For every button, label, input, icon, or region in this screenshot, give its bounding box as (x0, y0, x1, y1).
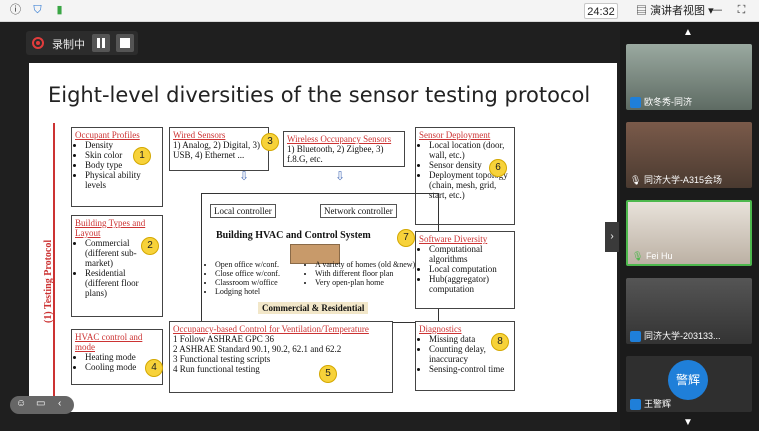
chat-icon[interactable]: ▭ (36, 398, 45, 409)
box-header: Building Types and Layout (75, 218, 146, 238)
box-header: Wireless Occupancy Sensors (287, 134, 392, 144)
speaker-view-button[interactable]: ▤ 演讲者视图 ▾ (636, 3, 714, 19)
list-item: Residential (different floor plans) (85, 268, 159, 298)
system-title: Building HVAC and Control System (216, 230, 371, 241)
commercial-residential-label: Commercial & Residential (258, 302, 369, 314)
participant-tile[interactable]: 同济大学-203133... (626, 278, 752, 344)
slide-title: Eight-level diversities of the sensor te… (48, 83, 591, 107)
number-badge: 6 (489, 159, 507, 177)
occupancy-control-box: Occupancy-based Control for Ventilation/… (169, 321, 393, 393)
network-controller-box: Network controller (320, 204, 397, 218)
list-item: Sensing-control time (429, 364, 511, 374)
occupant-profiles-box: Occupant Profiles Density Skin color Bod… (71, 127, 163, 207)
list-item: Hub(aggregator) computation (429, 274, 511, 294)
list-item: 3 Functional testing scripts (173, 354, 271, 364)
recording-label: 录制中 (52, 39, 85, 51)
avatar: 警辉 (668, 360, 708, 400)
protocol-bracket (53, 123, 67, 408)
list-item: Local computation (429, 264, 511, 274)
expand-panel-button[interactable]: › (605, 222, 619, 252)
info-icon[interactable]: ⓘ (8, 3, 23, 18)
meeting-timer: 24:32 (584, 3, 618, 19)
presentation-slide: Eight-level diversities of the sensor te… (29, 63, 617, 412)
participant-name: 🎙︎ Fei Hu (632, 251, 673, 261)
number-badge: 2 (141, 237, 159, 255)
recording-bar: 录制中 (26, 31, 138, 55)
microphone-icon: 🎙︎ (630, 175, 644, 185)
list-item: 2 ASHRAE Standard 90.1, 90.2, 62.1 and 6… (173, 344, 342, 354)
signal-icon[interactable]: ▮ (52, 3, 67, 18)
list-item: Lodging hotel (215, 287, 280, 296)
user-icon (630, 97, 641, 108)
participant-tile-active[interactable]: 🎙︎ Fei Hu (626, 200, 752, 266)
box-header: Software Diversity (419, 234, 488, 244)
arrow-down-icon: ⇩ (335, 169, 346, 183)
participant-name: 王警辉 (630, 397, 671, 410)
box-text: 1) Bluetooth, 2) Zigbee, 3) f.8.G, etc. (287, 144, 384, 164)
scroll-up-icon[interactable]: ▲ (681, 28, 695, 38)
wireless-sensors-box: Wireless Occupancy Sensors 1) Bluetooth,… (283, 131, 405, 167)
number-badge: 3 (261, 133, 279, 151)
protocol-diagram: (1) Testing Protocol Occupant Profiles D… (43, 123, 541, 408)
list-item: Close office w/conf. (215, 269, 280, 278)
list-item: Classroom w/office (215, 278, 280, 287)
list-item: Very open-plan home (315, 278, 415, 287)
number-badge: 5 (319, 365, 337, 383)
smile-icon[interactable]: ☺ (16, 398, 26, 409)
list-item: 1 Follow ASHRAE GPC 36 (173, 334, 275, 344)
list-item: Computational algorithms (429, 244, 511, 264)
wired-sensors-box: Wired Sensors 1) Analog, 2) Digital, 3) … (169, 127, 269, 171)
stop-button[interactable] (116, 34, 134, 52)
protocol-label: (1) Testing Protocol (43, 239, 54, 323)
local-controller-box: Local controller (210, 204, 276, 218)
pause-button[interactable] (92, 34, 110, 52)
number-badge: 4 (145, 359, 163, 377)
participant-tile[interactable]: 警辉 王警辉 (626, 356, 752, 412)
grid-icon: ▤ (636, 5, 651, 17)
box-header: Wired Sensors (173, 130, 226, 140)
chevron-left-icon[interactable]: ‹ (58, 398, 61, 409)
microphone-icon: 🎙︎ (632, 251, 646, 261)
list-item: Physical ability levels (85, 170, 159, 190)
participant-tile[interactable]: 欧冬秀-同济 (626, 44, 752, 110)
user-icon (630, 399, 641, 410)
arrow-down-icon: ⇩ (239, 169, 250, 183)
shield-icon[interactable]: ⛉ (30, 3, 45, 18)
number-badge: 8 (491, 333, 509, 351)
box-text: 1) Analog, 2) Digital, 3) USB, 4) Ethern… (173, 140, 260, 160)
participant-panel: ▲ 欧冬秀-同济 🎙︎ 同济大学-A315会场 🎙︎ Fei Hu 同济大学-2… (620, 22, 759, 431)
box-header: Occupancy-based Control for Ventilation/… (173, 324, 369, 334)
participant-name: 🎙︎ 同济大学-A315会场 (630, 175, 722, 185)
user-icon (630, 331, 641, 342)
number-badge: 1 (133, 147, 151, 165)
software-diversity-box: Software Diversity Computational algorit… (415, 231, 515, 309)
participant-name: 同济大学-203133... (630, 329, 721, 342)
box-header: Sensor Deployment (419, 130, 491, 140)
scroll-down-icon[interactable]: ▼ (681, 418, 695, 428)
list-item: Open office w/conf. (215, 260, 280, 269)
box-header: Occupant Profiles (75, 130, 140, 140)
list-item: Local location (door, wall, etc.) (429, 140, 511, 160)
hvac-mode-box: HVAC control and mode Heating mode Cooli… (71, 329, 163, 385)
list-item: A variety of homes (old &new) (315, 260, 415, 269)
fullscreen-icon[interactable]: ⛶ (734, 3, 749, 18)
record-icon (32, 37, 44, 49)
minimize-icon[interactable]: — (709, 3, 724, 18)
top-toolbar: ⓘ ⛉ ▮ 24:32 ▤ 演讲者视图 ▾ — ⛶ (0, 0, 759, 22)
list-item: With different floor plan (315, 269, 415, 278)
box-header: HVAC control and mode (75, 332, 143, 352)
slide-tools[interactable]: ☺ ▭ ‹ (10, 396, 74, 414)
diagnostics-box: Diagnostics Missing data Counting delay,… (415, 321, 515, 391)
number-badge: 7 (397, 229, 415, 247)
hvac-control-system-box: Local controller Network controller Buil… (201, 193, 439, 323)
chevron-right-icon: › (610, 231, 614, 242)
list-item: 4 Run functional testing (173, 364, 260, 374)
speaker-view-label: 演讲者视图 (650, 5, 706, 17)
participant-tile[interactable]: 🎙︎ 同济大学-A315会场 (626, 122, 752, 188)
building-types-box: Building Types and Layout Commercial (di… (71, 215, 163, 317)
participant-name: 欧冬秀-同济 (630, 95, 692, 108)
